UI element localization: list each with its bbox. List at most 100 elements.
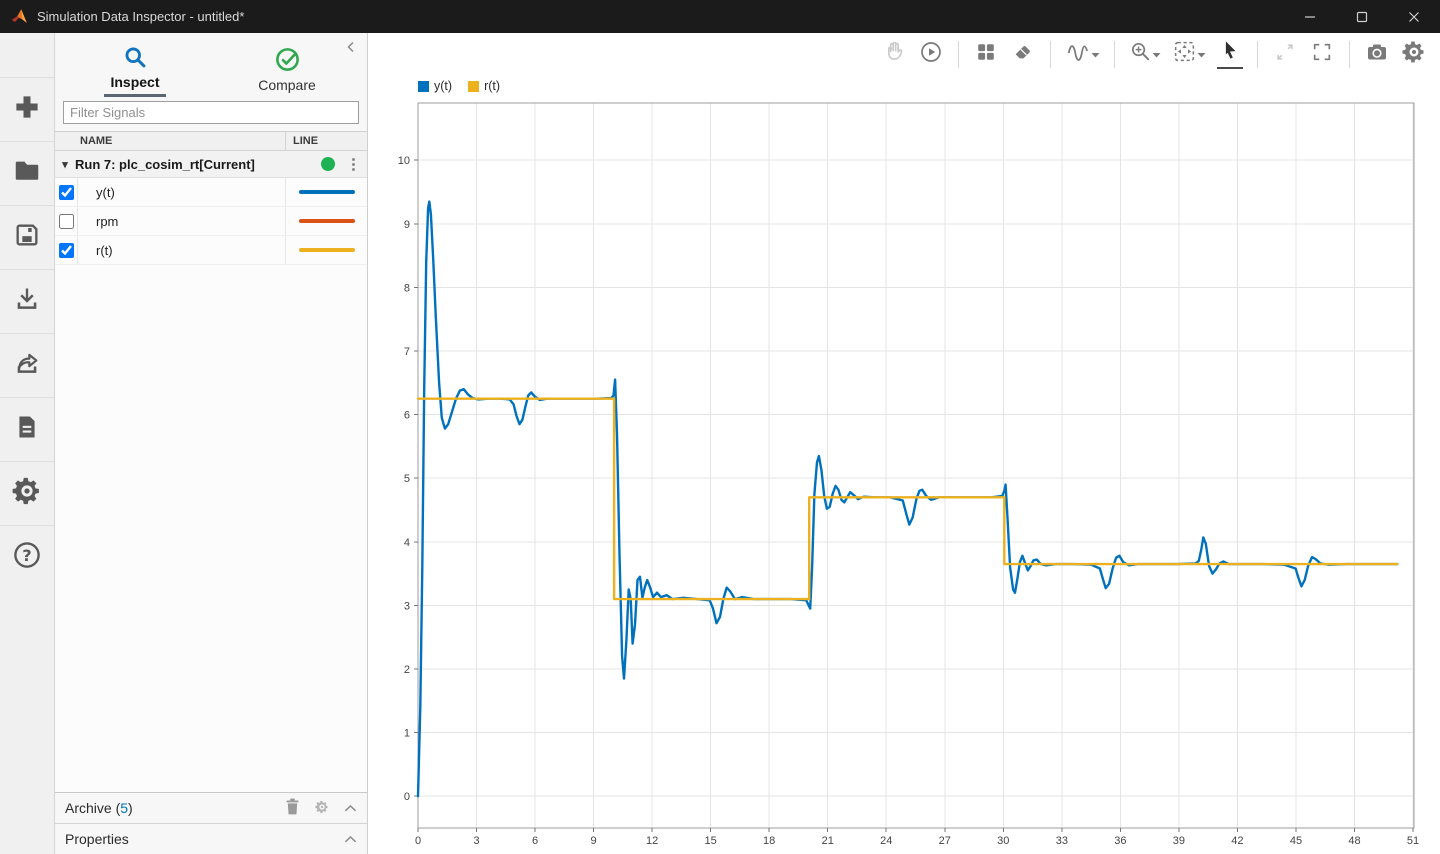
open-button[interactable]: [0, 141, 54, 205]
left-icon-strip: ?: [0, 33, 55, 854]
signal-name: y(t): [78, 185, 285, 200]
y-tick-label: 6: [404, 410, 410, 422]
archive-collapse-chevron-up-icon[interactable]: [344, 800, 357, 816]
chevron-down-icon: [1197, 45, 1206, 63]
hand-icon: [883, 40, 906, 68]
zoom-in-button[interactable]: [1129, 39, 1161, 69]
signal-list: y(t) rpm r(t): [55, 178, 367, 265]
question-mark-icon: ?: [12, 540, 42, 575]
import-button[interactable]: [0, 269, 54, 333]
add-button[interactable]: [0, 77, 54, 141]
signal-row-r(t)[interactable]: r(t): [55, 236, 367, 265]
document-icon: [13, 413, 41, 446]
x-tick-label: 45: [1290, 835, 1302, 847]
window-title: Simulation Data Inspector - untitled*: [37, 9, 244, 24]
archive-settings-gear-icon[interactable]: [315, 800, 329, 817]
y-tick-label: 9: [404, 219, 410, 231]
zoom-in-magnifier-icon: [1129, 40, 1152, 68]
signal-name: r(t): [78, 243, 285, 258]
chart-settings-button[interactable]: [1401, 39, 1427, 69]
close-button[interactable]: [1388, 0, 1440, 33]
archive-label: Archive (5): [65, 800, 285, 816]
x-tick-label: 24: [880, 835, 892, 847]
x-tick-label: 15: [705, 835, 717, 847]
panel-tabs: Inspect Compare: [55, 33, 367, 97]
subplot-layout-button[interactable]: [973, 39, 999, 69]
x-tick-label: 0: [415, 835, 421, 847]
preferences-button[interactable]: [0, 461, 54, 525]
y-tick-label: 3: [404, 600, 410, 612]
fullscreen-button[interactable]: [1309, 39, 1335, 69]
run-group-row[interactable]: ▾ Run 7: plc_cosim_rt[Current]: [55, 151, 367, 178]
fullscreen-brackets-icon: [1311, 41, 1333, 68]
folder-icon: [12, 156, 42, 191]
signal-row-rpm[interactable]: rpm: [55, 207, 367, 236]
toolbar-divider: [1349, 41, 1350, 68]
signal-name: rpm: [78, 214, 285, 229]
x-tick-label: 12: [646, 835, 658, 847]
signal-line-cell: [285, 207, 367, 235]
signal-checkbox-r(t)[interactable]: [59, 243, 74, 258]
x-tick-label: 27: [939, 835, 951, 847]
save-button[interactable]: [0, 205, 54, 269]
x-tick-label: 39: [1173, 835, 1185, 847]
pan-hand-button[interactable]: [881, 39, 907, 69]
signal-line-swatch[interactable]: [299, 190, 355, 194]
x-tick-label: 42: [1231, 835, 1243, 847]
signal-checkbox-cell: [55, 178, 78, 206]
expand-triangle-icon[interactable]: ▾: [55, 158, 75, 171]
diagonal-arrows-icon: [1274, 41, 1296, 68]
properties-bar[interactable]: Properties: [55, 823, 367, 854]
signal-row-y(t)[interactable]: y(t): [55, 178, 367, 207]
import-download-icon: [13, 285, 41, 318]
plus-icon: [12, 92, 42, 127]
signal-checkbox-rpm[interactable]: [59, 214, 74, 229]
y-tick-label: 1: [404, 728, 410, 740]
replay-button[interactable]: [918, 39, 944, 69]
properties-collapse-chevron-up-icon[interactable]: [344, 831, 357, 847]
run-options-menu-icon[interactable]: [344, 158, 362, 171]
x-tick-label: 48: [1348, 835, 1360, 847]
maximize-button[interactable]: [1336, 0, 1388, 33]
signal-line-swatch[interactable]: [299, 219, 355, 223]
signals-panel: Inspect Compare NAME LINE ▾: [55, 33, 368, 854]
signal-wave-icon: [1065, 39, 1091, 70]
fit-to-view-button[interactable]: [1172, 39, 1206, 69]
trash-icon[interactable]: [285, 798, 300, 818]
signal-checkbox-y(t)[interactable]: [59, 185, 74, 200]
y-tick-label: 0: [404, 791, 410, 803]
plot-border: [418, 103, 1414, 828]
magnifier-icon: [122, 43, 149, 72]
toolbar-divider: [958, 41, 959, 68]
tab-inspect[interactable]: Inspect: [76, 43, 194, 97]
signal-line-swatch[interactable]: [299, 248, 355, 252]
cursor-select-button[interactable]: [1217, 39, 1243, 69]
filter-signals-input[interactable]: [63, 101, 359, 124]
report-button[interactable]: [0, 397, 54, 461]
tab-compare[interactable]: Compare: [228, 43, 346, 97]
signal-table-header: NAME LINE: [55, 132, 367, 151]
snapshot-button[interactable]: [1364, 39, 1390, 69]
chart-toolbar: [368, 33, 1440, 75]
properties-label: Properties: [65, 831, 129, 847]
signal-options-button[interactable]: [1065, 39, 1100, 69]
x-tick-label: 3: [473, 835, 479, 847]
minimize-button[interactable]: [1284, 0, 1336, 33]
export-share-icon: [13, 349, 41, 382]
resize-button[interactable]: [1272, 39, 1298, 69]
x-tick-label: 51: [1407, 835, 1419, 847]
time-plot[interactable]: 0369121518212427303336394245485101234567…: [368, 75, 1440, 854]
grid-squares-icon: [975, 41, 997, 68]
help-button[interactable]: ?: [0, 525, 54, 589]
clear-plots-button[interactable]: [1010, 39, 1036, 69]
camera-icon: [1365, 40, 1389, 69]
floppy-disk-icon: [13, 221, 41, 254]
gear-icon: [12, 476, 42, 511]
export-button[interactable]: [0, 333, 54, 397]
signal-checkbox-cell: [55, 236, 78, 264]
archive-bar[interactable]: Archive (5): [55, 792, 367, 823]
series-y(t): [418, 202, 1397, 797]
collapse-panel-button[interactable]: [342, 38, 360, 56]
series-r(t): [418, 399, 1397, 599]
run-label: Run 7: plc_cosim_rt[Current]: [75, 157, 321, 172]
